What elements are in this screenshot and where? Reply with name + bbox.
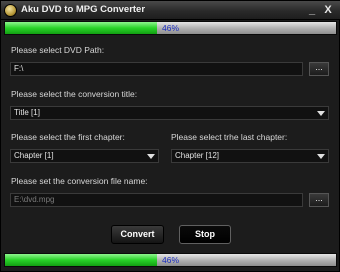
dvd-path-browse-button[interactable]: ... xyxy=(309,62,329,76)
chevron-down-icon xyxy=(147,154,155,159)
top-progress-bar: 46% xyxy=(4,21,337,35)
window-title: Aku DVD to MPG Converter xyxy=(21,4,146,15)
last-chapter-select[interactable]: Chapter [12] xyxy=(171,149,329,163)
chevron-down-icon xyxy=(317,154,325,159)
dvd-path-label: Please select DVD Path: xyxy=(11,45,105,55)
output-file-input[interactable]: E:\dvd.mpg xyxy=(10,193,303,207)
convert-button[interactable]: Convert xyxy=(111,225,164,244)
app-disc-icon xyxy=(4,4,17,17)
conversion-title-label: Please select the conversion title: xyxy=(11,89,138,99)
dvd-path-input[interactable]: F:\ xyxy=(10,62,303,76)
first-chapter-select[interactable]: Chapter [1] xyxy=(10,149,159,163)
last-chapter-value: Chapter [12] xyxy=(175,151,220,160)
bottom-progress-bar: 46% xyxy=(4,253,337,267)
chevron-down-icon xyxy=(317,111,325,116)
converter-window: Aku DVD to MPG Converter _ X 46% Please … xyxy=(0,0,340,272)
first-chapter-value: Chapter [1] xyxy=(14,151,54,160)
minimize-button[interactable]: _ xyxy=(306,4,318,16)
bottom-progress-percent: 46% xyxy=(161,255,179,265)
conversion-title-value: Title [1] xyxy=(14,108,40,117)
output-file-label: Please set the conversion file name: xyxy=(11,176,148,186)
stop-button[interactable]: Stop xyxy=(179,225,231,244)
last-chapter-label: Please select trhe last chapter: xyxy=(171,132,288,142)
first-chapter-label: Please select the first chapter: xyxy=(11,132,125,142)
conversion-title-select[interactable]: Title [1] xyxy=(10,106,329,120)
output-file-browse-button[interactable]: ... xyxy=(309,193,329,207)
close-button[interactable]: X xyxy=(322,4,334,16)
title-bar[interactable]: Aku DVD to MPG Converter _ X xyxy=(1,1,340,20)
top-progress-percent: 46% xyxy=(161,23,179,33)
